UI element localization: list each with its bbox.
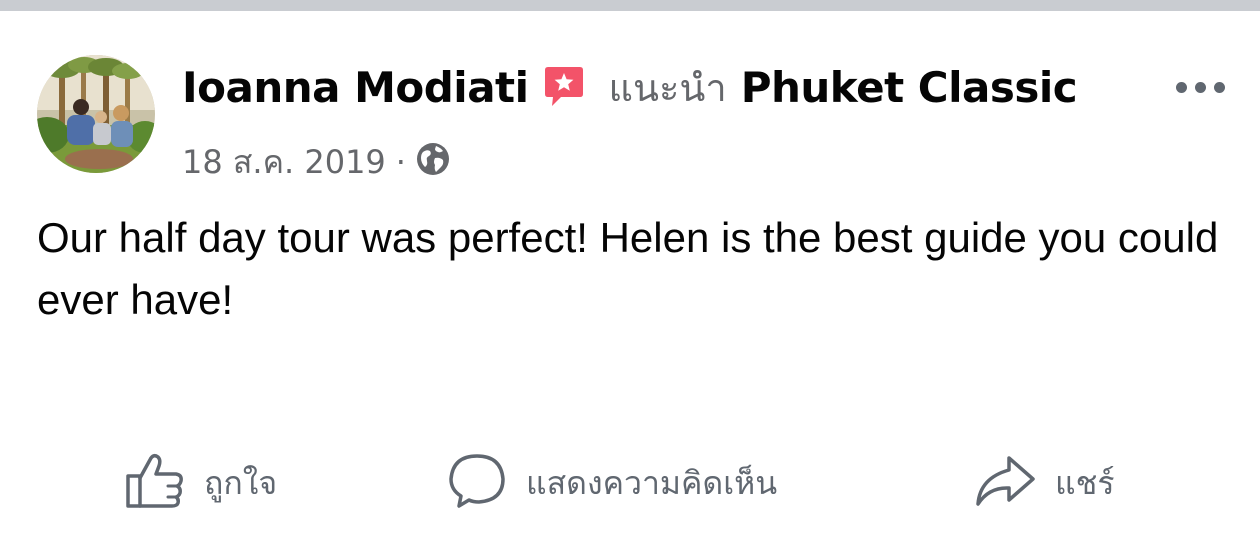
recommendation-star-icon — [541, 64, 587, 114]
author-name[interactable]: Ioanna Modiati — [182, 63, 529, 112]
action-bar: ถูกใจ แสดงความคิดเห็น แชร์ — [0, 441, 1260, 525]
like-button[interactable]: ถูกใจ — [124, 441, 277, 525]
comment-bubble-icon — [446, 451, 508, 515]
review-post: Ioanna Modiati แนะนำ Phuket Classic 18 ส… — [0, 11, 1260, 533]
meta-separator: · — [395, 143, 406, 181]
like-label: ถูกใจ — [204, 463, 278, 502]
comment-label: แสดงความคิดเห็น — [526, 463, 778, 502]
avatar[interactable] — [37, 55, 155, 173]
more-dot-icon — [1175, 81, 1187, 93]
post-body-text: Our half day tour was perfect! Helen is … — [37, 214, 1219, 323]
globe-icon — [416, 142, 450, 184]
share-button[interactable]: แชร์ — [973, 441, 1115, 525]
thumbs-up-icon — [124, 452, 186, 514]
post-meta: 18 ส.ค. 2019 · — [182, 139, 450, 185]
page-name-link[interactable]: Phuket Classic — [741, 63, 1078, 112]
more-dot-icon — [1213, 81, 1225, 93]
post-header: Ioanna Modiati แนะนำ Phuket Classic — [182, 57, 1078, 117]
share-arrow-icon — [973, 452, 1037, 514]
avatar-photo — [37, 55, 155, 173]
share-label: แชร์ — [1055, 463, 1115, 502]
top-divider — [0, 0, 1260, 11]
more-dot-icon — [1194, 81, 1206, 93]
comment-button[interactable]: แสดงความคิดเห็น — [446, 441, 777, 525]
more-options-button[interactable] — [1164, 69, 1236, 105]
recommends-text: แนะนำ — [608, 65, 727, 110]
post-date[interactable]: 18 ส.ค. 2019 — [182, 137, 386, 188]
